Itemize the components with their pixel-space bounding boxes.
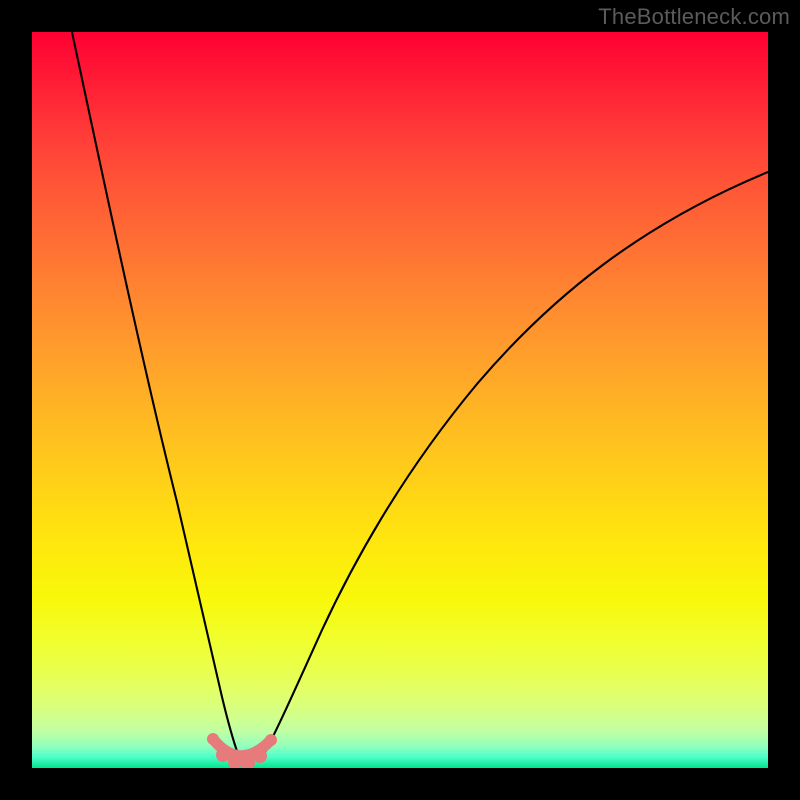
chart-frame: TheBottleneck.com: [0, 0, 800, 800]
plot-area: [32, 32, 768, 768]
curve-right-branch: [264, 172, 768, 754]
watermark-text: TheBottleneck.com: [598, 4, 790, 30]
chart-svg: [32, 32, 768, 768]
curve-left-branch: [72, 32, 238, 754]
valley-dot-chain: [207, 733, 277, 768]
